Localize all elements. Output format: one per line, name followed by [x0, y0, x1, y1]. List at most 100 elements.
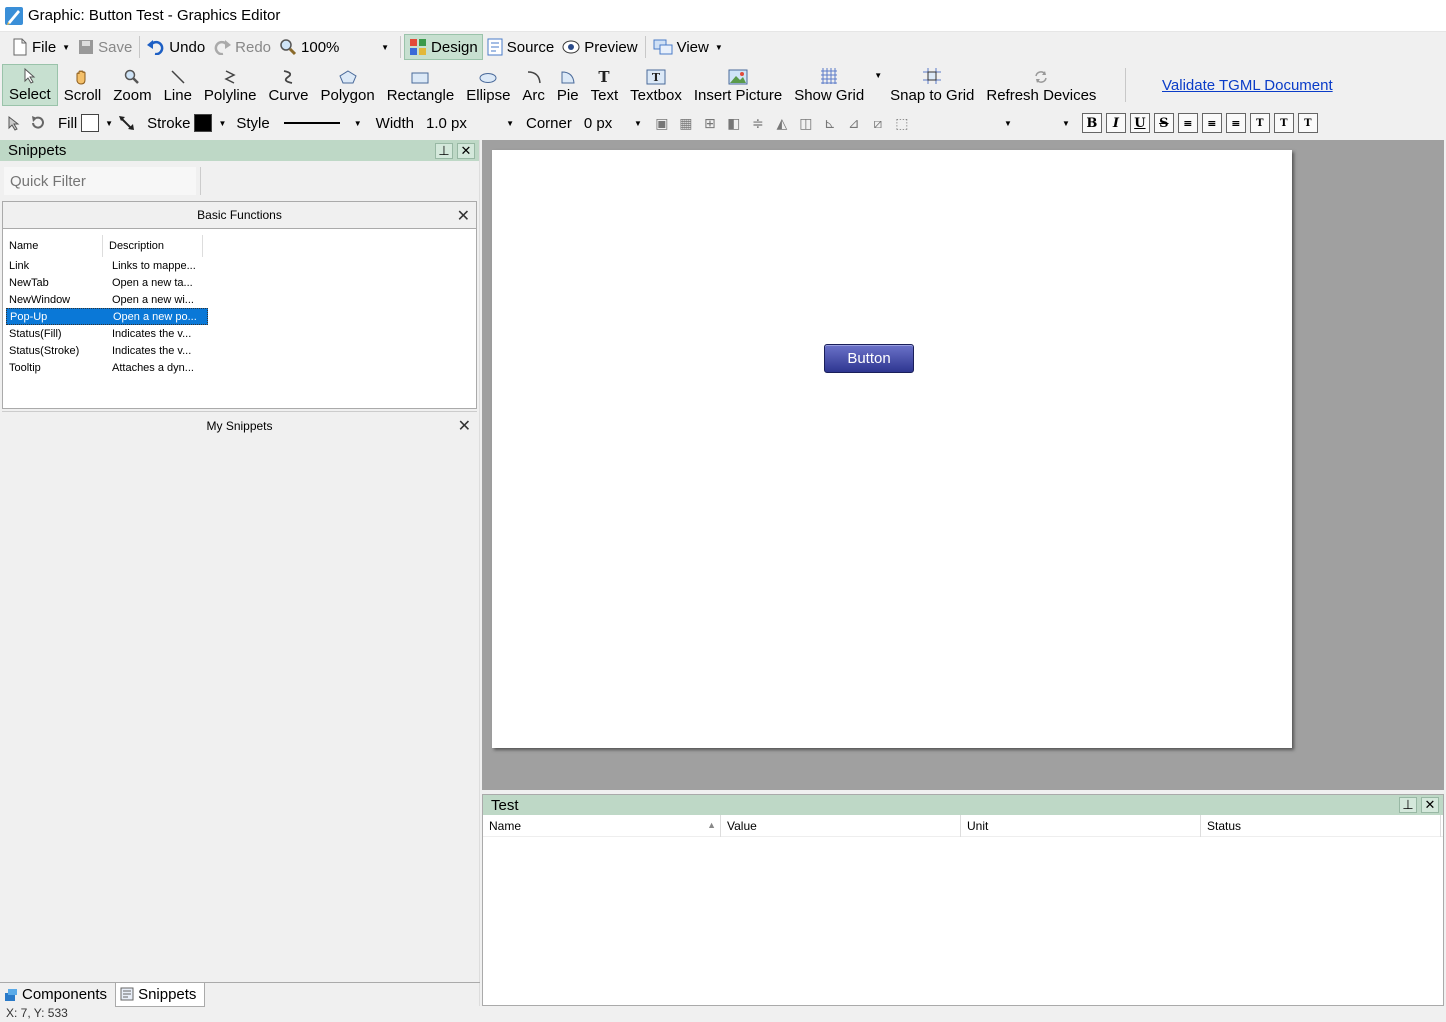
fill-color-swatch[interactable]: [81, 114, 100, 132]
snippet-row[interactable]: NewWindow Open a new wi...: [6, 291, 208, 308]
skew-icon[interactable]: ⧄: [868, 113, 888, 133]
strikethrough-button[interactable]: S: [1153, 113, 1174, 133]
snippet-row[interactable]: Pop-Up Open a new po...: [6, 308, 208, 325]
basic-functions-group-header[interactable]: Basic Functions ✕: [2, 201, 477, 229]
stroke-label: Stroke: [147, 114, 191, 132]
select-tool[interactable]: Select: [2, 64, 58, 106]
chevron-down-icon: ▼: [714, 42, 723, 52]
select-arrow-icon[interactable]: [4, 113, 24, 133]
zoom-label: Zoom: [113, 87, 152, 104]
distribute-icon[interactable]: ≑: [748, 113, 768, 133]
my-snippets-group-header[interactable]: My Snippets ✕: [2, 411, 477, 439]
font-size-dropdown[interactable]: ▼: [1016, 119, 1070, 128]
redo-icon: [214, 40, 232, 55]
zoom-tool[interactable]: Zoom: [107, 64, 157, 106]
validate-tgml-link[interactable]: Validate TGML Document: [1162, 77, 1333, 94]
corner-dropdown[interactable]: 0 px ▼: [584, 115, 642, 132]
close-icon[interactable]: ✕: [457, 206, 470, 226]
ellipse-tool[interactable]: Ellipse: [460, 64, 516, 106]
pie-tool[interactable]: Pie: [551, 64, 585, 106]
order-icon[interactable]: ◧: [724, 113, 744, 133]
underline-button[interactable]: U: [1129, 113, 1150, 133]
scroll-tool[interactable]: Scroll: [58, 64, 108, 106]
close-icon[interactable]: ✕: [458, 416, 471, 436]
rectangle-label: Rectangle: [386, 87, 455, 104]
save-icon: [79, 40, 94, 54]
pin-icon[interactable]: ⊥: [435, 142, 453, 159]
snippet-row[interactable]: Link Links to mappe...: [6, 257, 208, 274]
grid-options-dropdown[interactable]: ▼: [870, 64, 884, 106]
font-family-dropdown[interactable]: ▼: [916, 119, 1012, 128]
test-col-status[interactable]: Status: [1201, 814, 1441, 837]
file-menu-button[interactable]: File ▼: [8, 34, 74, 60]
chevron-down-icon[interactable]: ▼: [218, 119, 226, 128]
graphic-page[interactable]: Button: [492, 150, 1292, 748]
align-icon[interactable]: ⊞: [700, 113, 720, 133]
polyline-tool[interactable]: Polyline: [198, 64, 263, 106]
valign-middle-icon[interactable]: T: [1273, 113, 1294, 133]
line-tool[interactable]: Line: [158, 64, 198, 106]
canvas-button-object[interactable]: Button: [824, 344, 914, 373]
snippet-row[interactable]: Status(Stroke) Indicates the v...: [6, 342, 208, 359]
design-view-button[interactable]: Design: [404, 34, 483, 60]
valign-top-icon[interactable]: T: [1249, 113, 1270, 133]
redo-button[interactable]: Redo: [209, 34, 275, 60]
test-col-value[interactable]: Value: [721, 814, 961, 837]
rotate-left-icon[interactable]: ⊾: [820, 113, 840, 133]
width-dropdown[interactable]: 1.0 px ▼: [426, 115, 514, 132]
italic-button[interactable]: I: [1105, 113, 1126, 133]
insert-picture-tool[interactable]: Insert Picture: [688, 64, 788, 106]
ungroup-icon[interactable]: ▦: [676, 113, 696, 133]
snippet-row[interactable]: Tooltip Attaches a dyn...: [6, 359, 208, 376]
curve-tool[interactable]: Curve: [262, 64, 314, 106]
close-icon[interactable]: ✕: [1421, 797, 1439, 813]
tab-components[interactable]: Components: [0, 983, 115, 1007]
save-button[interactable]: Save: [74, 34, 136, 60]
snap-to-grid-toggle[interactable]: Snap to Grid: [884, 64, 980, 106]
arc-tool[interactable]: Arc: [516, 64, 551, 106]
close-icon[interactable]: ✕: [457, 142, 475, 159]
snippet-row[interactable]: NewTab Open a new ta...: [6, 274, 208, 291]
valign-bottom-icon[interactable]: T: [1297, 113, 1318, 133]
swap-colors-icon[interactable]: [117, 113, 137, 133]
eye-icon: [562, 40, 580, 54]
test-col-unit[interactable]: Unit: [961, 814, 1201, 837]
undo-button[interactable]: Undo: [143, 34, 209, 60]
chevron-down-icon[interactable]: ▼: [105, 119, 113, 128]
align-left-icon[interactable]: ≡: [1177, 113, 1198, 133]
zoom-dropdown[interactable]: 100% ▼: [275, 34, 397, 60]
chevron-down-icon: ▼: [1003, 118, 1012, 128]
transform-icon[interactable]: ⬚: [892, 113, 912, 133]
name-column-header[interactable]: Name: [3, 235, 103, 257]
textbox-tool[interactable]: T Textbox: [624, 64, 688, 106]
align-right-icon[interactable]: ≡: [1225, 113, 1246, 133]
svg-text:T: T: [652, 71, 661, 84]
show-grid-toggle[interactable]: Show Grid: [788, 64, 870, 106]
flip-icon[interactable]: ◭: [772, 113, 792, 133]
design-canvas-area[interactable]: Button: [482, 140, 1444, 790]
polygon-tool[interactable]: Polygon: [314, 64, 380, 106]
rectangle-tool[interactable]: Rectangle: [381, 64, 461, 106]
view-menu-button[interactable]: View ▼: [649, 34, 727, 60]
source-view-button[interactable]: Source: [483, 34, 559, 60]
test-col-name[interactable]: Name ▲: [483, 814, 721, 837]
tab-snippets[interactable]: Snippets: [115, 982, 206, 1007]
insert-picture-label: Insert Picture: [693, 87, 783, 104]
line-style-dropdown[interactable]: ▼: [283, 119, 362, 128]
group-icon[interactable]: ▣: [652, 113, 672, 133]
description-column-header[interactable]: Description: [103, 235, 203, 257]
pointer-icon: [24, 68, 36, 84]
text-tool[interactable]: T Text: [585, 64, 625, 106]
align-center-icon[interactable]: ≡: [1201, 113, 1222, 133]
rotate-right-icon[interactable]: ⊿: [844, 113, 864, 133]
layer-icon[interactable]: ◫: [796, 113, 816, 133]
refresh-devices-button[interactable]: Refresh Devices: [980, 64, 1102, 106]
pin-icon[interactable]: ⊥: [1399, 797, 1417, 813]
rotate-icon[interactable]: [28, 113, 48, 133]
bold-button[interactable]: B: [1081, 113, 1102, 133]
quick-filter-input[interactable]: [4, 167, 196, 195]
left-panel-tabs: Components Snippets: [0, 982, 480, 1007]
snippet-row[interactable]: Status(Fill) Indicates the v...: [6, 325, 208, 342]
preview-view-button[interactable]: Preview: [558, 34, 641, 60]
stroke-color-swatch[interactable]: [194, 114, 213, 132]
